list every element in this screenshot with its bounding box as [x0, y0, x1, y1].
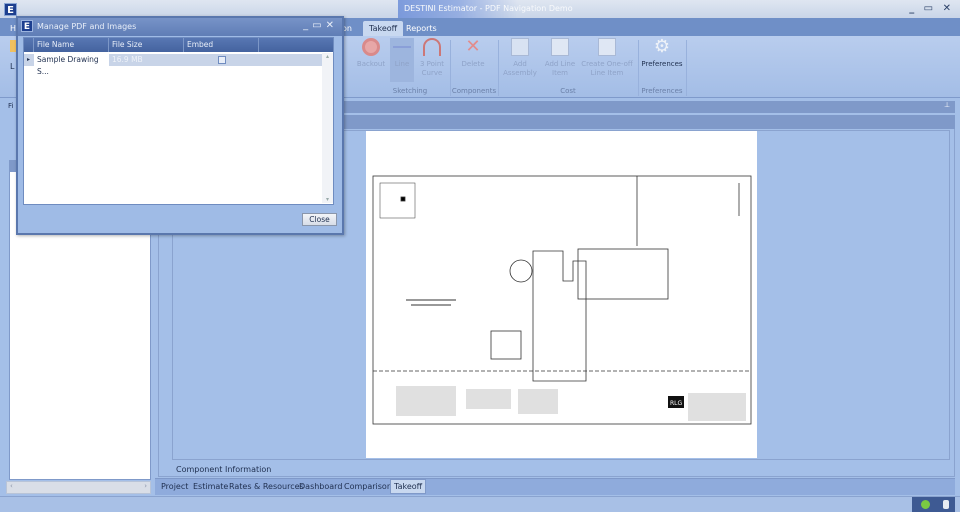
preferences-button[interactable]: ⚙ Preferences [640, 38, 684, 69]
key-map [379, 182, 416, 219]
round-structure [509, 259, 533, 283]
add-assembly-icon [511, 38, 529, 56]
row-selector-header [24, 38, 34, 52]
tab-dashboard[interactable]: Dashboard [296, 481, 345, 492]
window-controls[interactable]: _ ▭ ✕ [909, 3, 954, 14]
close-button[interactable]: Close [302, 213, 337, 226]
component-information-label[interactable]: Component Information [176, 465, 271, 474]
add-line-item-label: Add Line Item [544, 60, 576, 77]
gear-icon: ⚙ [653, 36, 671, 57]
tab-rates-resources[interactable]: Rates & Resources [226, 481, 307, 492]
building-east [577, 248, 669, 300]
tab-comparison[interactable]: Comparison [341, 481, 395, 492]
line-icon [393, 38, 411, 48]
add-line-item-icon [551, 38, 569, 56]
create-one-off-line-item-button[interactable]: Create One-off Line Item [580, 38, 634, 78]
dialog-title: Manage PDF and Images [37, 22, 137, 31]
curve-label: 3 Point Curve [419, 60, 445, 77]
add-assembly-label: Add Assembly [503, 60, 537, 77]
embed-checkbox[interactable] [218, 56, 226, 64]
row-indicator-icon: ▸ [27, 56, 31, 63]
tab-project[interactable]: Project [158, 481, 191, 492]
site-plan-drawing: RLG [372, 175, 752, 425]
tab-takeoff[interactable]: Takeoff [390, 479, 427, 494]
group-label-sketching: Sketching [392, 87, 428, 95]
backout-icon [362, 38, 380, 56]
status-ok-icon [921, 500, 930, 509]
add-line-item-button[interactable]: Add Line Item [542, 38, 578, 78]
ribbon-tab-reports[interactable]: Reports [400, 21, 443, 36]
logo-text: RLG [670, 400, 683, 407]
vertical-scrollbar[interactable]: ▴ ▾ [322, 53, 333, 203]
window-title: DESTINI Estimator - PDF Navigation Demo [398, 0, 579, 18]
dialog-app-icon: E [21, 20, 33, 32]
pin-icon[interactable]: ⊥ [944, 101, 950, 109]
database-icon [943, 500, 949, 509]
line-button[interactable]: Line [390, 38, 414, 82]
line-label: Line [394, 60, 410, 68]
column-embed[interactable]: Embed [184, 38, 259, 52]
status-indicator [912, 497, 955, 512]
backout-label: Backout [356, 60, 386, 68]
horizontal-scrollbar[interactable]: ‹ › [6, 481, 151, 494]
three-point-curve-button[interactable]: 3 Point Curve [416, 38, 448, 78]
delete-icon: ✕ [465, 36, 481, 57]
curve-icon [423, 38, 441, 56]
key-map-marker [400, 196, 406, 202]
status-bar [0, 496, 960, 512]
group-separator [686, 40, 687, 96]
delete-label: Delete [461, 60, 485, 68]
preferences-label: Preferences [641, 60, 683, 68]
files-grid: File Name File Size Embed ▸ Sample Drawi… [23, 37, 334, 205]
add-assembly-button[interactable]: Add Assembly [502, 38, 538, 78]
manage-pdf-dialog: E Manage PDF and Images _▭✕ File Name Fi… [16, 16, 344, 235]
column-file-name[interactable]: File Name [34, 38, 109, 52]
column-file-size[interactable]: File Size [109, 38, 184, 52]
cell-file-name[interactable]: Sample Drawing S... [34, 54, 109, 76]
backout-button[interactable]: Backout [354, 38, 388, 69]
left-ribbon-label: L [10, 62, 15, 71]
one-off-item-icon [598, 38, 616, 56]
delete-button[interactable]: ✕ Delete [456, 38, 490, 69]
group-label-preferences: Preferences [641, 87, 683, 95]
drawing-annotations [396, 299, 746, 421]
app-icon[interactable]: E [4, 3, 17, 16]
group-label-components: Components [451, 87, 497, 95]
group-label-cost: Cost [560, 87, 576, 95]
cell-file-size: 16.9 MB [112, 55, 143, 64]
ribbon-tab-takeoff[interactable]: Takeoff [363, 21, 404, 36]
left-panel-label: Fi [8, 102, 14, 110]
one-off-label: Create One-off Line Item [581, 60, 633, 77]
dialog-window-controls[interactable]: _▭✕ [303, 20, 338, 31]
pdf-page[interactable]: RLG [366, 131, 757, 458]
building-small [490, 330, 522, 360]
